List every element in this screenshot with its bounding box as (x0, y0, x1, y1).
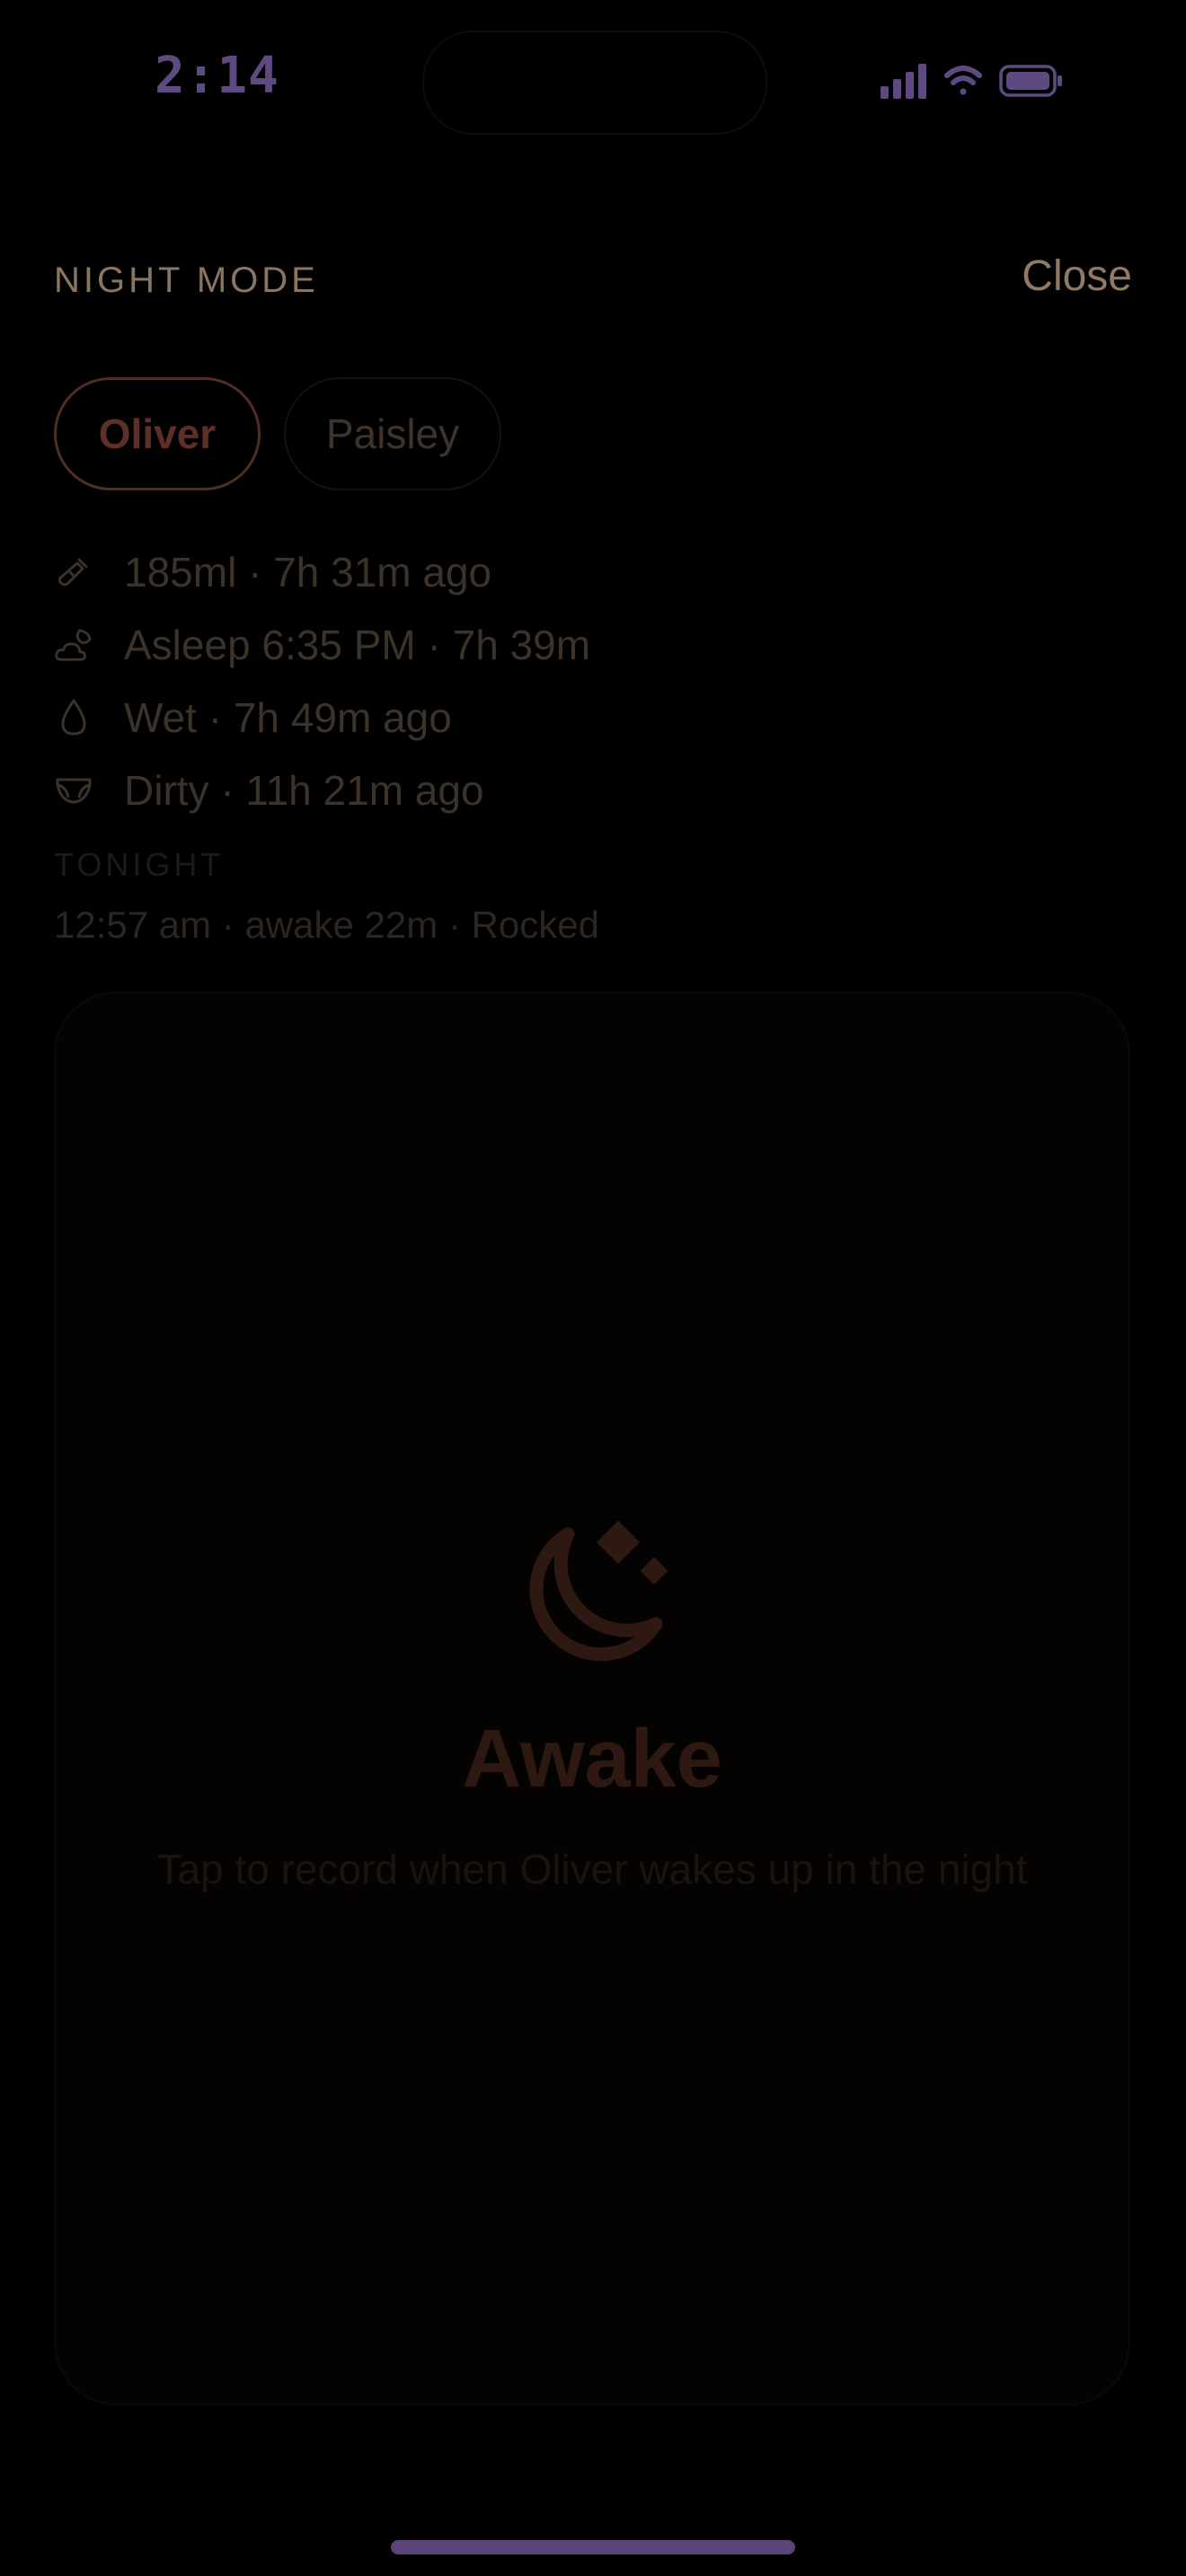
dynamic-island (422, 31, 767, 135)
last-events-list: 185ml · 7h 31m ago Asleep 6:35 PM · 7h 3… (54, 535, 590, 826)
status-time: 2:14 (155, 47, 279, 105)
moon-stars-icon (516, 1520, 672, 1676)
stat-sleep: Asleep 6:35 PM · 7h 39m (54, 608, 590, 681)
droplet-icon (54, 698, 93, 737)
stat-text: Dirty · 11h 21m ago (124, 766, 484, 814)
status-icons (881, 59, 1069, 104)
awake-card-button[interactable]: Awake Tap to record when Oliver wakes up… (54, 992, 1130, 2405)
tab-oliver[interactable]: Oliver (54, 377, 261, 490)
stat-text: Asleep 6:35 PM · 7h 39m (124, 621, 591, 668)
card-title: Awake (462, 1713, 722, 1804)
stat-feeding: 185ml · 7h 31m ago (54, 535, 590, 608)
child-tabs: Oliver Paisley (54, 377, 501, 490)
cellular-signal-icon (881, 64, 926, 99)
page-title: NIGHT MODE (54, 260, 319, 300)
battery-icon (999, 65, 1062, 97)
close-button[interactable]: Close (1022, 251, 1132, 301)
tonight-label: TONIGHT (54, 846, 225, 883)
home-indicator[interactable] (391, 2540, 795, 2554)
tonight-entry: 12:57 am · awake 22m · Rocked (54, 904, 599, 946)
stat-dirty: Dirty · 11h 21m ago (54, 754, 590, 826)
moon-cloud-icon (54, 625, 93, 665)
stat-wet: Wet · 7h 49m ago (54, 681, 590, 754)
stat-text: 185ml · 7h 31m ago (124, 548, 492, 595)
bottle-icon (54, 552, 93, 592)
card-subtitle: Tap to record when Oliver wakes up in th… (156, 1846, 1028, 1892)
wifi-icon (944, 66, 982, 95)
diaper-icon (54, 771, 93, 810)
stat-text: Wet · 7h 49m ago (124, 693, 452, 741)
tab-paisley[interactable]: Paisley (284, 377, 501, 490)
